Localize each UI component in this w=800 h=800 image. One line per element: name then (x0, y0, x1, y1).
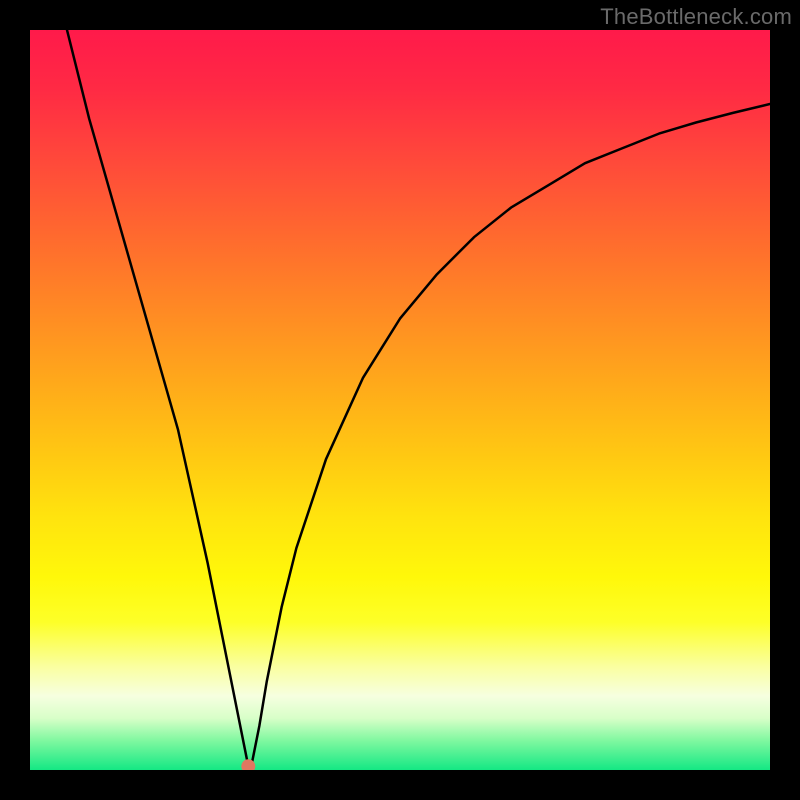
chart-frame: TheBottleneck.com (0, 0, 800, 800)
plot-area (30, 30, 770, 770)
watermark-text: TheBottleneck.com (600, 4, 792, 30)
